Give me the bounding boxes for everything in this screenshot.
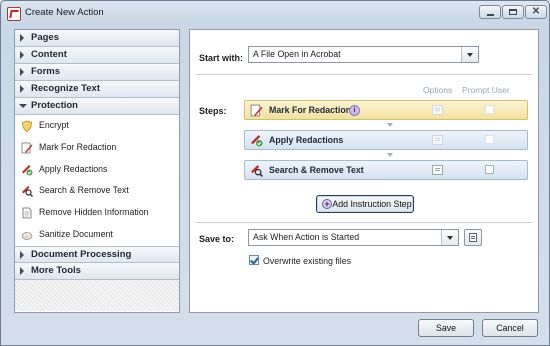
section-protection[interactable]: Protection: [15, 98, 179, 115]
tool-label: Encrypt: [39, 120, 69, 130]
search-remove-icon: [22, 186, 33, 198]
section-label: Pages: [31, 32, 59, 43]
section-more-tools[interactable]: More Tools: [15, 262, 179, 280]
section-label: Recognize Text: [31, 83, 100, 94]
overwrite-checkbox[interactable]: [249, 255, 259, 265]
tool-mark-for-redaction[interactable]: Mark For Redaction: [15, 137, 179, 159]
start-with-value: A File Open in Acrobat: [253, 49, 341, 59]
step-label: Search & Remove Text: [269, 165, 364, 175]
tool-label: Remove Hidden Information: [39, 207, 149, 218]
tool-encrypt[interactable]: Encrypt: [15, 115, 179, 137]
window-title: Create New Action: [25, 7, 104, 18]
add-instruction-step-button[interactable]: + Add Instruction Step: [316, 195, 414, 213]
start-with-select[interactable]: A File Open in Acrobat: [248, 46, 479, 63]
chevron-down-icon[interactable]: [441, 230, 458, 245]
info-icon[interactable]: i: [349, 105, 360, 116]
divider: [196, 74, 532, 75]
action-editor-panel: Start with: A File Open in Acrobat Optio…: [189, 29, 539, 313]
save-options-icon[interactable]: [464, 229, 482, 246]
expand-arrow-icon: [20, 250, 24, 259]
tools-panel: Pages Content Forms Recognize Text Prote…: [14, 29, 180, 313]
section-document-processing[interactable]: Document Processing: [15, 245, 179, 263]
tool-label: Apply Redactions: [39, 163, 108, 174]
section-label: Protection: [31, 100, 78, 111]
tool-remove-hidden-information[interactable]: Remove Hidden Information: [15, 202, 179, 224]
tool-sanitize-document[interactable]: Sanitize Document: [15, 224, 179, 246]
apply-redactions-icon: [251, 135, 263, 147]
create-new-action-dialog: Create New Action ✕ Pages Content Forms …: [0, 0, 550, 346]
close-icon: ✕: [531, 6, 541, 17]
step-mark-for-redaction[interactable]: Mark For Redaction i: [244, 100, 528, 120]
apply-redactions-icon: [22, 164, 33, 176]
tool-label: Mark For Redaction: [39, 141, 117, 152]
expand-arrow-icon: [20, 266, 24, 275]
chevron-down-icon[interactable]: [461, 47, 478, 62]
flow-arrow-icon: [387, 153, 393, 157]
tool-label: Search & Remove Text: [39, 185, 129, 196]
document-icon: [22, 207, 32, 219]
minimize-button[interactable]: [479, 5, 501, 19]
expand-arrow-icon: [20, 68, 24, 76]
title-bar[interactable]: Create New Action ✕: [1, 1, 549, 25]
tool-search-remove-text[interactable]: Search & Remove Text: [15, 180, 179, 202]
expand-arrow-icon: [20, 85, 24, 93]
plus-icon: +: [322, 199, 332, 209]
section-label: More Tools: [31, 264, 81, 276]
section-forms[interactable]: Forms: [15, 64, 179, 81]
expand-arrow-icon: [20, 34, 24, 42]
step-label: Mark For Redaction: [269, 105, 352, 115]
save-to-value: Ask When Action is Started: [253, 232, 360, 242]
steps-label: Steps:: [199, 106, 227, 116]
maximize-button[interactable]: [502, 5, 524, 19]
options-icon: [432, 105, 443, 115]
mark-redaction-icon: [250, 104, 263, 117]
save-button[interactable]: Save: [418, 319, 474, 337]
save-to-select[interactable]: Ask When Action is Started: [248, 229, 459, 246]
section-label: Content: [31, 49, 67, 60]
cancel-button[interactable]: Cancel: [482, 319, 538, 337]
save-to-label: Save to:: [199, 234, 235, 244]
prompt-user-column-header: Prompt User: [462, 85, 510, 95]
section-pages[interactable]: Pages: [15, 30, 179, 47]
section-content[interactable]: Content: [15, 47, 179, 64]
flow-arrow-icon: [387, 123, 393, 127]
tool-label: Sanitize Document: [39, 228, 113, 239]
prompt-user-checkbox: [485, 135, 494, 144]
expand-arrow-icon: [20, 51, 24, 59]
mark-redaction-icon: [21, 142, 33, 154]
search-remove-icon: [251, 165, 263, 177]
tool-apply-redactions[interactable]: Apply Redactions: [15, 159, 179, 181]
step-label: Apply Redactions: [269, 135, 344, 145]
close-button[interactable]: ✕: [525, 5, 547, 19]
protection-tool-list: Encrypt Mark For Redaction Apply Redacti…: [15, 115, 179, 246]
add-step-label: Add Instruction Step: [332, 199, 412, 209]
sanitize-icon: [21, 232, 33, 240]
acrobat-app-icon: [7, 7, 21, 21]
empty-panel-area: [15, 279, 179, 311]
prompt-user-checkbox[interactable]: [485, 165, 494, 174]
step-search-remove-text[interactable]: Search & Remove Text: [244, 160, 528, 180]
section-recognize-text[interactable]: Recognize Text: [15, 81, 179, 98]
section-label: Document Processing: [31, 248, 132, 260]
shield-icon: [22, 120, 32, 132]
options-column-header: Options: [423, 85, 453, 95]
step-apply-redactions[interactable]: Apply Redactions: [244, 130, 528, 150]
overwrite-label: Overwrite existing files: [263, 256, 351, 266]
section-label: Forms: [31, 66, 61, 77]
start-with-label: Start with:: [199, 53, 243, 63]
options-icon: [432, 135, 443, 145]
options-icon[interactable]: [432, 165, 443, 175]
collapse-arrow-icon: [19, 104, 27, 108]
divider: [196, 222, 532, 223]
prompt-user-checkbox: [485, 105, 494, 114]
